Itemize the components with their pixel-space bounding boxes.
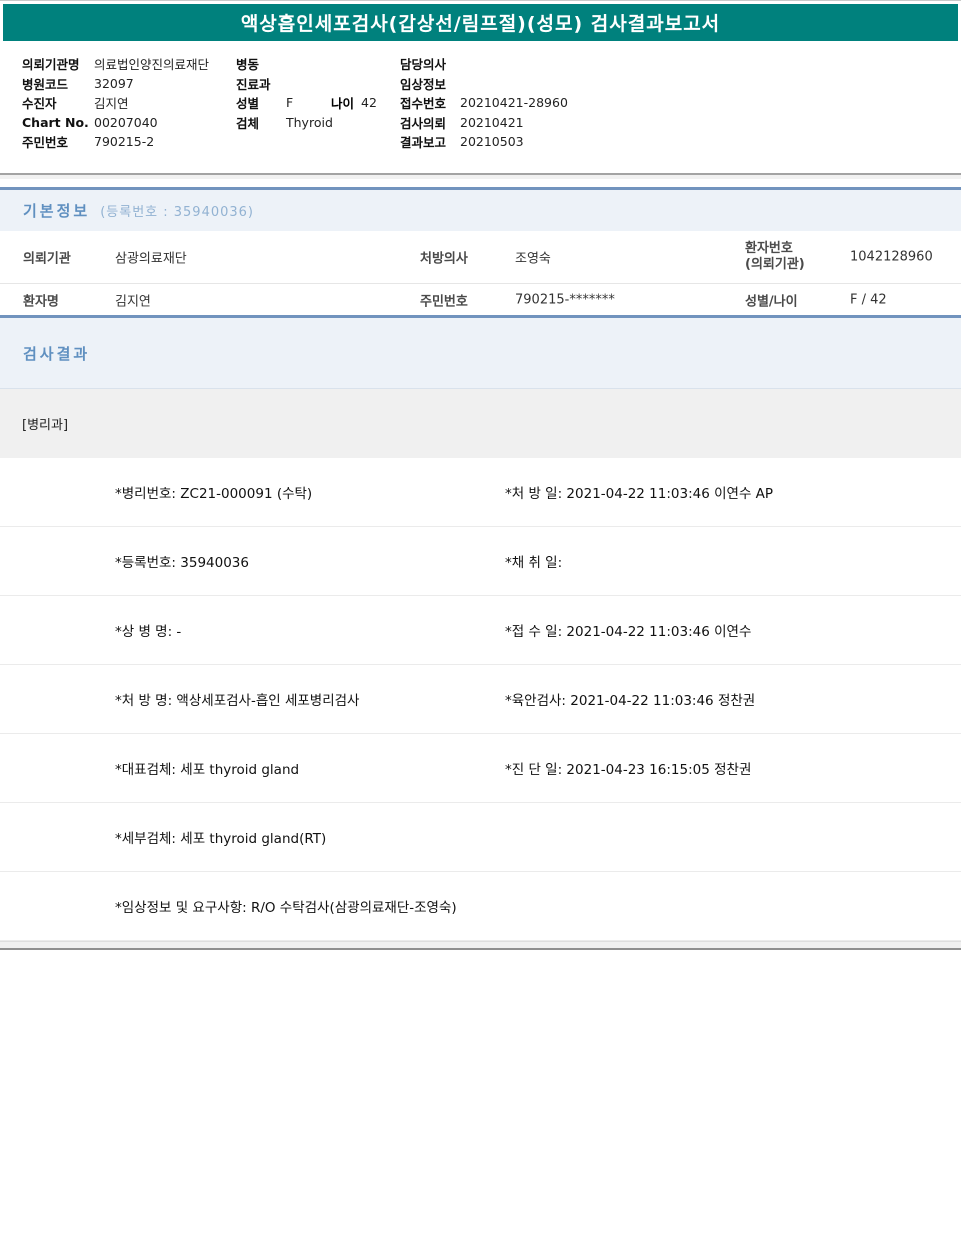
representative-specimen-text: *대표검체: 세포 thyroid gland [115, 762, 300, 778]
request-date-value: 20210421 [460, 114, 524, 130]
referring-org-label: 의뢰기관 [23, 251, 71, 267]
resident-no-value: 790215-2 [94, 134, 155, 150]
basic-info-registration-number: (등록번호 : 35940036) [100, 205, 254, 220]
header-row-report-date: 결과보고 20210503 [400, 132, 568, 152]
detail-specimen-text: *세부검체: 세포 thyroid gland(RT) [115, 831, 327, 847]
prescribing-doctor-label: 처방의사 [420, 251, 468, 267]
referring-org-value: 삼광의료재단 [115, 251, 187, 267]
result-row-registration-number: *등록번호: 35940036 *채 취 일: [0, 527, 961, 596]
receipt-no-label: 접수번호 [400, 96, 447, 112]
chart-no-value: 00207040 [94, 114, 158, 130]
header-row-clinical-info: 임상정보 [400, 74, 568, 94]
results-title: 검사결과 [23, 344, 91, 363]
hospital-code-label: 병원코드 [22, 76, 69, 92]
sex-age-label: 성별/나이 [745, 294, 798, 309]
header-row-attending-doctor: 담당의사 [400, 54, 568, 74]
resident-no-label: 주민번호 [22, 135, 69, 151]
result-row-detail-specimen: *세부검체: 세포 thyroid gland(RT) [0, 803, 961, 872]
collection-date-text: *채 취 일: [505, 555, 563, 571]
header-row-institution: 의뢰기관명 의료법인양진의료재단 [22, 54, 209, 74]
page-top-divider [0, 0, 961, 1]
report-title: 액상흡인세포검사(갑상선/림프절)(성모) 검사결과보고서 [240, 13, 721, 35]
patient-number-value: 1042128960 [850, 249, 933, 265]
header-row-resident-no: 주민번호 790215-2 [22, 132, 209, 152]
pathology-department-band: [병리과] [0, 389, 961, 458]
report-title-bar: 액상흡인세포검사(갑상선/림프절)(성모) 검사결과보고서 [3, 4, 958, 41]
report-date-label: 결과보고 [400, 135, 447, 151]
header-row-request-date: 검사의뢰 20210421 [400, 113, 568, 133]
patient-name-value: 김지연 [115, 294, 151, 309]
header-row-hospital-code: 병원코드 32097 [22, 74, 209, 94]
specimen-value: Thyroid [286, 114, 333, 130]
clinical-info-label: 임상정보 [400, 76, 447, 92]
patient-number-label-line1: 환자번호 [745, 241, 793, 256]
sex-age-value: F / 42 [850, 292, 887, 307]
header-row-receipt-no: 접수번호 20210421-28960 [400, 93, 568, 113]
result-row-diagnosis-name: *상 병 명: - *접 수 일: 2021-04-22 11:03:46 이연… [0, 596, 961, 665]
basic-info-title: 기본정보 [23, 202, 91, 220]
header-column-middle: 병동 진료과 성별 F 나이 42 검체 Thyroid [236, 54, 377, 132]
results-section-header: 검사결과 [0, 315, 961, 389]
resident-number-label: 주민번호 [420, 294, 468, 309]
chart-no-label: Chart No. [22, 114, 89, 130]
institution-value: 의료법인양진의료재단 [94, 57, 210, 73]
header-row-chart-no: Chart No. 00207040 [22, 113, 209, 133]
prescription-name-text: *처 방 명: 액상세포검사-흡인 세포병리검사 [115, 693, 360, 709]
age-label: 나이 [331, 96, 355, 112]
gross-exam-text: *육안검사: 2021-04-22 11:03:46 정찬권 [505, 693, 756, 709]
result-row-prescription-name: *처 방 명: 액상세포검사-흡인 세포병리검사 *육안검사: 2021-04-… [0, 665, 961, 734]
result-row-representative-specimen: *대표검체: 세포 thyroid gland *진 단 일: 2021-04-… [0, 734, 961, 803]
header-column-left: 의뢰기관명 의료법인양진의료재단 병원코드 32097 수진자 김지연 Char… [22, 54, 209, 152]
header-row-department: 진료과 [236, 74, 377, 94]
registration-number-text: *등록번호: 35940036 [115, 555, 249, 571]
header-divider [0, 173, 961, 179]
prescription-date-text: *처 방 일: 2021-04-22 11:03:46 이연수 AP [505, 486, 774, 502]
header-row-patient: 수진자 김지연 [22, 93, 209, 113]
prescribing-doctor-value: 조영숙 [515, 251, 551, 267]
pathology-number-text: *병리번호: ZC21-000091 (수탁) [115, 486, 313, 502]
department-label: 진료과 [236, 76, 271, 92]
specimen-label: 검체 [236, 115, 260, 131]
diagnosis-date-text: *진 단 일: 2021-04-23 16:15:05 정찬권 [505, 762, 752, 778]
patient-value: 김지연 [94, 96, 129, 112]
header-column-right: 담당의사 임상정보 접수번호 20210421-28960 검사의뢰 20210… [400, 54, 568, 152]
patient-label: 수진자 [22, 96, 57, 112]
basic-info-section-header: 기본정보 (등록번호 : 35940036) [0, 187, 961, 231]
patient-header-info: 의뢰기관명 의료법인양진의료재단 병원코드 32097 수진자 김지연 Char… [0, 54, 961, 166]
basic-info-table-row-1: 의뢰기관 삼광의료재단 처방의사 조영숙 환자번호 (의뢰기관) 10421289… [0, 231, 961, 284]
hospital-code-value: 32097 [94, 75, 134, 91]
sex-label: 성별 [236, 96, 260, 112]
diagnosis-name-text: *상 병 명: - [115, 624, 182, 640]
request-date-label: 검사의뢰 [400, 115, 447, 131]
header-row-sex-age: 성별 F 나이 42 [236, 93, 377, 113]
patient-number-label: 환자번호 (의뢰기관) [745, 241, 805, 273]
receipt-date-text: *접 수 일: 2021-04-22 11:03:46 이연수 [505, 624, 752, 640]
resident-number-value: 790215-******* [515, 292, 615, 307]
report-date-value: 20210503 [460, 134, 524, 150]
ward-label: 병동 [236, 57, 260, 73]
result-row-pathology-number: *병리번호: ZC21-000091 (수탁) *처 방 일: 2021-04-… [0, 458, 961, 527]
attending-doctor-label: 담당의사 [400, 57, 447, 73]
header-row-ward: 병동 [236, 54, 377, 74]
age-value: 42 [361, 95, 377, 111]
report-bottom-divider [0, 941, 961, 950]
institution-label: 의뢰기관명 [22, 57, 80, 73]
sex-value: F [286, 95, 294, 111]
clinical-request-text: *임상정보 및 요구사항: R/O 수탁검사(삼광의료재단-조영숙) [115, 900, 457, 916]
result-row-clinical-request: *임상정보 및 요구사항: R/O 수탁검사(삼광의료재단-조영숙) [0, 872, 961, 941]
basic-info-table-row-2: 환자명 김지연 주민번호 790215-******* 성별/나이 F / 42 [0, 284, 961, 315]
pathology-department-label: [병리과] [22, 418, 69, 433]
report-page: { "title": "액상흡인세포검사(갑상선/림프절)(성모) 검사결과보고… [0, 0, 961, 1240]
header-row-specimen: 검체 Thyroid [236, 113, 377, 133]
receipt-no-value: 20210421-28960 [460, 95, 568, 111]
patient-name-label: 환자명 [23, 294, 59, 309]
patient-number-label-line2: (의뢰기관) [745, 257, 805, 272]
